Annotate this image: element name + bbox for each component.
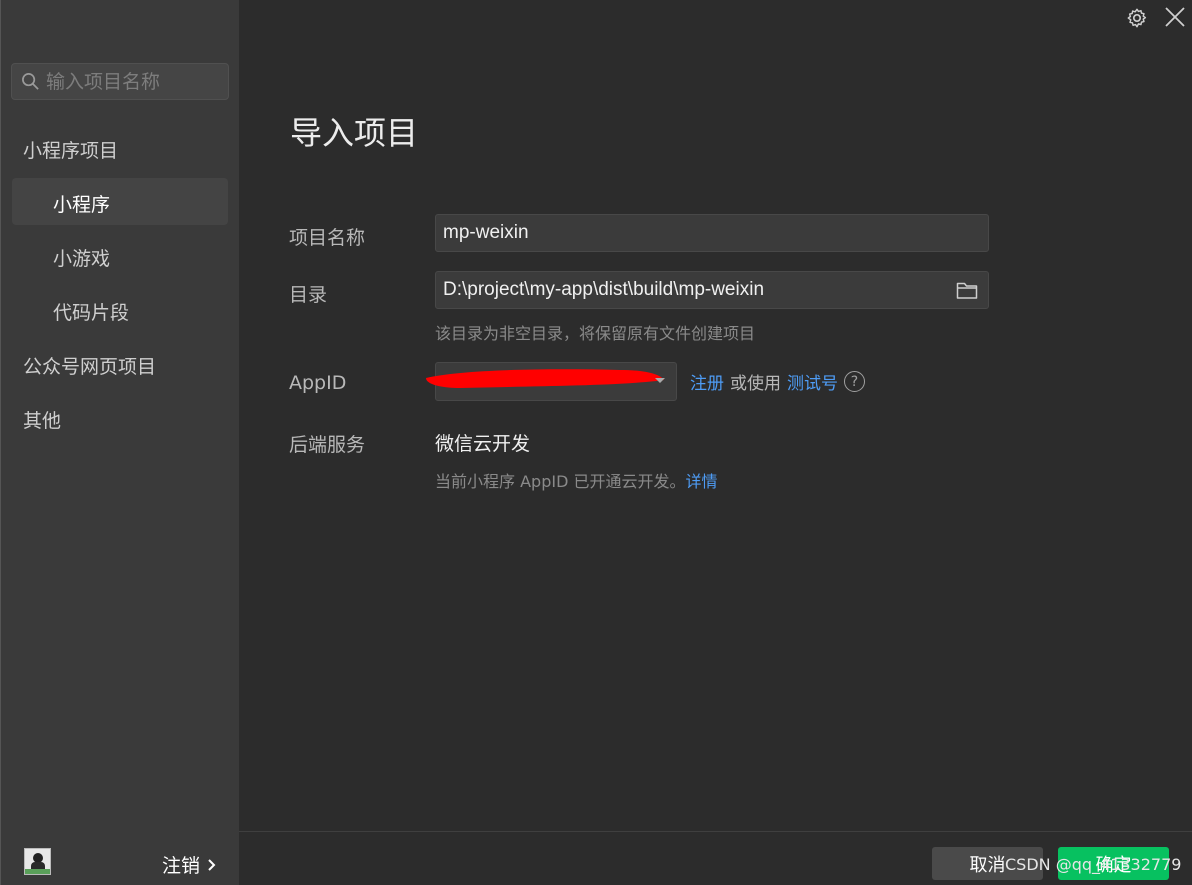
footer-divider [239, 831, 1192, 832]
sidebar-category-miniprogram[interactable]: 小程序项目 [23, 136, 118, 163]
help-icon[interactable]: ? [844, 371, 865, 392]
sidebar-category-official-account[interactable]: 公众号网页项目 [23, 352, 156, 379]
sidebar-category-other[interactable]: 其他 [23, 406, 61, 433]
page-title: 导入项目 [290, 114, 419, 152]
close-icon[interactable] [1163, 5, 1187, 29]
project-search[interactable] [11, 63, 229, 100]
backend-label: 后端服务 [289, 434, 366, 456]
search-input[interactable] [46, 70, 216, 93]
window-controls [1102, 4, 1192, 34]
confirm-button[interactable]: 确定 [1058, 847, 1169, 880]
sidebar-item-code-snippet[interactable]: 代码片段 [53, 298, 129, 325]
directory-field[interactable]: D:\project\my-app\dist\build\mp-weixin [435, 271, 989, 309]
appid-label: AppID [289, 372, 347, 394]
appid-actions: 注册 或使用 测试号 ? [690, 369, 865, 394]
backend-hint: 当前小程序 AppID 已开通云开发。详情 [435, 468, 718, 492]
project-name-label: 项目名称 [289, 227, 366, 249]
backend-value: 微信云开发 [435, 433, 531, 455]
folder-icon[interactable] [956, 280, 978, 300]
cancel-button[interactable]: 取消 [932, 847, 1043, 880]
details-link[interactable]: 详情 [685, 472, 717, 491]
search-icon [22, 73, 39, 90]
sidebar-item-minigame[interactable]: 小游戏 [53, 244, 110, 271]
logout-button[interactable]: 注销 [162, 851, 216, 878]
logout-label: 注销 [161, 855, 200, 877]
chevron-right-icon [208, 858, 216, 871]
test-account-link[interactable]: 测试号 [787, 369, 838, 394]
project-name-field[interactable]: mp-weixin [435, 214, 989, 252]
active-item-highlight [12, 178, 228, 225]
sidebar-footer: 注销 [1, 831, 240, 885]
sidebar-item-miniprogram[interactable]: 小程序 [53, 190, 110, 217]
avatar[interactable] [24, 848, 51, 875]
project-name-value: mp-weixin [443, 222, 529, 243]
sidebar: 小程序项目 小程序 小游戏 代码片段 公众号网页项目 其他 注销 [0, 0, 239, 885]
or-use-text: 或使用 [730, 374, 781, 394]
directory-value: D:\project\my-app\dist\build\mp-weixin [443, 279, 765, 300]
register-link[interactable]: 注册 [690, 369, 724, 394]
chevron-down-icon [655, 378, 665, 384]
backend-hint-text: 当前小程序 AppID 已开通云开发。 [435, 472, 686, 491]
directory-hint: 该目录为非空目录，将保留原有文件创建项目 [435, 324, 756, 343]
redaction-mark [426, 369, 664, 388]
gear-icon[interactable] [1126, 7, 1148, 29]
directory-label: 目录 [289, 284, 328, 306]
